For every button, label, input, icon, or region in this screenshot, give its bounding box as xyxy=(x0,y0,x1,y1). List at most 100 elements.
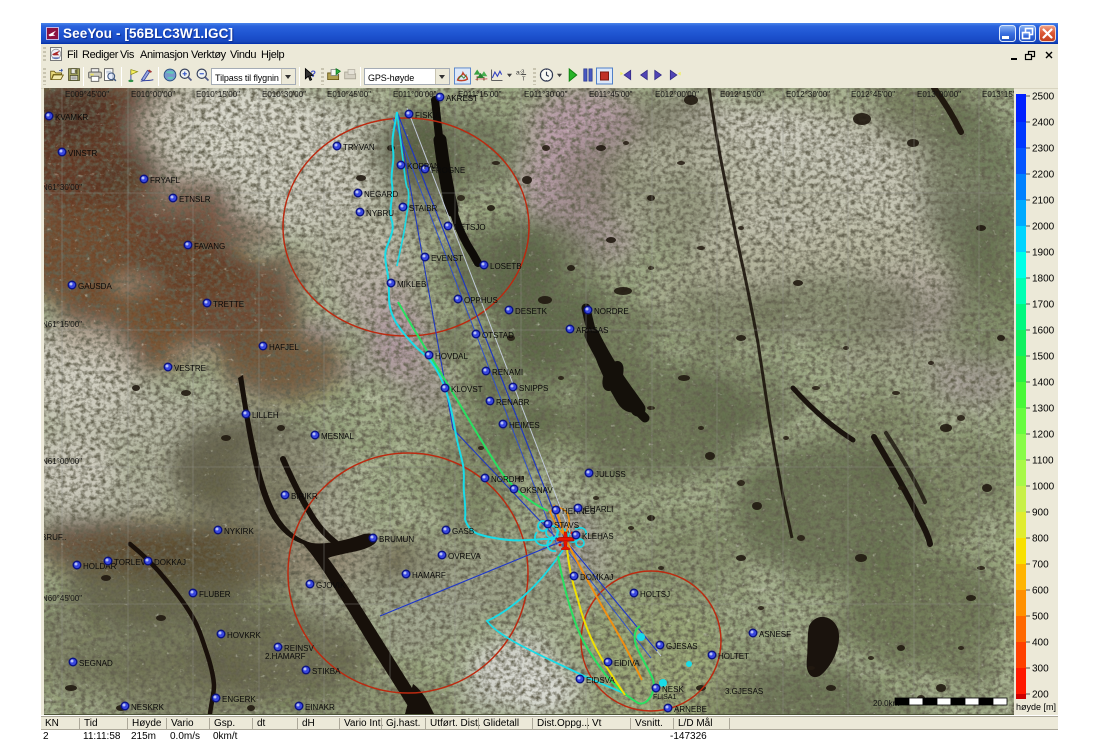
svg-text:GAUSDA: GAUSDA xyxy=(78,282,112,291)
svg-text:500: 500 xyxy=(1032,612,1049,623)
svg-text:HEIMES: HEIMES xyxy=(509,421,540,430)
svg-text:BRUF..: BRUF.. xyxy=(44,533,66,542)
svg-text:BIRIKR: BIRIKR xyxy=(291,492,318,501)
svg-text:NORDRE: NORDRE xyxy=(594,307,629,316)
svg-text:OTSTAD: OTSTAD xyxy=(482,331,514,340)
svg-text:HAMARF: HAMARF xyxy=(412,571,446,580)
svg-text:T: T xyxy=(522,76,526,82)
svg-text:2100: 2100 xyxy=(1032,196,1055,207)
svg-text:NETSJO: NETSJO xyxy=(454,223,486,232)
svg-text:?: ? xyxy=(310,69,316,79)
svg-text:EIDSVA: EIDSVA xyxy=(586,676,615,685)
svg-text:1300: 1300 xyxy=(1032,404,1055,415)
svg-text:2500: 2500 xyxy=(1032,92,1055,103)
svg-text:NORDHJ: NORDHJ xyxy=(491,475,524,484)
svg-text:FLISA1: FLISA1 xyxy=(653,694,676,701)
svg-text:STIKBA: STIKBA xyxy=(312,667,341,676)
svg-text:høyde [m]: høyde [m] xyxy=(1016,702,1056,712)
svg-text:ASNESF: ASNESF xyxy=(759,630,791,639)
svg-text:DOMKAJ: DOMKAJ xyxy=(580,573,613,582)
svg-text:HOLTET: HOLTET xyxy=(718,652,749,661)
svg-text:2.HAMARF: 2.HAMARF xyxy=(265,652,306,661)
svg-text:LILLEH: LILLEH xyxy=(252,411,279,420)
svg-text:LOSETB: LOSETB xyxy=(490,262,522,271)
svg-text:VINSTR: VINSTR xyxy=(68,149,98,158)
svg-text:OVREVA: OVREVA xyxy=(448,552,481,561)
svg-text:SNIPPS: SNIPPS xyxy=(519,384,548,393)
svg-text:VESTRE: VESTRE xyxy=(174,364,206,373)
svg-text:2000: 2000 xyxy=(1032,222,1055,233)
svg-text:EINAKR: EINAKR xyxy=(305,703,335,712)
svg-text:EIDIVA: EIDIVA xyxy=(614,659,640,668)
svg-text:900: 900 xyxy=(1032,508,1049,519)
svg-text:GASB: GASB xyxy=(452,527,474,536)
svg-text:JULUSS: JULUSS xyxy=(595,470,626,479)
svg-text:400: 400 xyxy=(1032,638,1049,649)
svg-text:KOPPAN: KOPPAN xyxy=(407,162,440,171)
svg-text:E012°15'00": E012°15'00" xyxy=(720,90,764,99)
svg-text:KVAMKR: KVAMKR xyxy=(55,113,88,122)
svg-text:STAVS: STAVS xyxy=(554,521,579,530)
svg-text:2300: 2300 xyxy=(1032,144,1055,155)
svg-text:FLUBER: FLUBER xyxy=(199,590,231,599)
svg-text:E012°30'00": E012°30'00" xyxy=(786,90,830,99)
svg-text:800: 800 xyxy=(1032,534,1049,545)
svg-text:ARASAS: ARASAS xyxy=(576,326,608,335)
svg-text:E009°45'00": E009°45'00" xyxy=(65,90,109,99)
svg-text:EVENST: EVENST xyxy=(431,254,463,263)
svg-text:HOLTSJ: HOLTSJ xyxy=(640,590,670,599)
svg-text:1100: 1100 xyxy=(1032,456,1054,467)
svg-text:ETNSLR: ETNSLR xyxy=(179,195,211,204)
svg-text:TORLEV: TORLEV xyxy=(114,558,147,567)
svg-text:E013°00'00": E013°00'00" xyxy=(917,90,961,99)
svg-text:3.GJESAS: 3.GJESAS xyxy=(725,687,763,696)
svg-text:HOVDAL: HOVDAL xyxy=(435,352,468,361)
svg-text:E011°00'00": E011°00'00" xyxy=(393,90,437,99)
svg-text:N60°45'00": N60°45'00" xyxy=(44,594,82,603)
svg-text:1600: 1600 xyxy=(1032,326,1055,337)
svg-text:E012°45'00": E012°45'00" xyxy=(851,90,895,99)
svg-text:E010°00'00": E010°00'00" xyxy=(131,90,175,99)
svg-text:E010°45'00": E010°45'00" xyxy=(327,90,371,99)
svg-text:NEGARD: NEGARD xyxy=(364,190,398,199)
svg-text:KLEHAS: KLEHAS xyxy=(582,532,614,541)
svg-text:E010°30'00": E010°30'00" xyxy=(262,90,306,99)
svg-text:SEGNAD: SEGNAD xyxy=(79,659,113,668)
svg-text:DESETK: DESETK xyxy=(515,307,548,316)
svg-text:2200: 2200 xyxy=(1032,170,1055,181)
svg-text:E011°30'00": E011°30'00" xyxy=(524,90,568,99)
svg-text:NESKRK: NESKRK xyxy=(131,703,165,712)
svg-text:1200: 1200 xyxy=(1032,430,1055,441)
svg-text:NYBRU: NYBRU xyxy=(366,209,394,218)
svg-text:1400: 1400 xyxy=(1032,378,1055,389)
svg-text:ARNEBE: ARNEBE xyxy=(674,705,707,714)
svg-text:FRYAFL: FRYAFL xyxy=(150,176,180,185)
svg-text:ENGERK: ENGERK xyxy=(222,695,256,704)
svg-text:HAFJEL: HAFJEL xyxy=(269,343,299,352)
svg-text:GJESAS: GJESAS xyxy=(666,642,698,651)
svg-text:CHARLI: CHARLI xyxy=(584,505,613,514)
svg-text:300: 300 xyxy=(1032,664,1049,675)
svg-text:E013°15'00": E013°15'00" xyxy=(982,90,1014,99)
svg-text:E012°00'00": E012°00'00" xyxy=(655,90,699,99)
svg-text:2400: 2400 xyxy=(1032,118,1055,129)
svg-text:600: 600 xyxy=(1032,586,1049,597)
svg-text:700: 700 xyxy=(1032,560,1049,571)
svg-text:NESK: NESK xyxy=(662,685,684,694)
svg-text:N61°00'00": N61°00'00" xyxy=(44,457,82,466)
svg-text:E010°15'00": E010°15'00" xyxy=(196,90,240,99)
svg-text:OPPHUS: OPPHUS xyxy=(464,296,498,305)
svg-text:RENAMI: RENAMI xyxy=(492,368,523,377)
svg-text:BRUMUN: BRUMUN xyxy=(379,535,414,544)
svg-text:FAVANG: FAVANG xyxy=(194,242,225,251)
svg-text:TRYVAN: TRYVAN xyxy=(343,143,375,152)
svg-text:HOVKRK: HOVKRK xyxy=(227,631,261,640)
svg-text:N61°30'00": N61°30'00" xyxy=(44,183,82,192)
svg-text:NYKIRK: NYKIRK xyxy=(224,527,254,536)
svg-text:DOKKAJ: DOKKAJ xyxy=(154,558,186,567)
svg-text:1500: 1500 xyxy=(1032,352,1055,363)
svg-text:GJOVIK: GJOVIK xyxy=(316,581,346,590)
svg-text:RENABR: RENABR xyxy=(496,398,530,407)
svg-text:1900: 1900 xyxy=(1032,248,1055,259)
svg-text:1800: 1800 xyxy=(1032,274,1055,285)
